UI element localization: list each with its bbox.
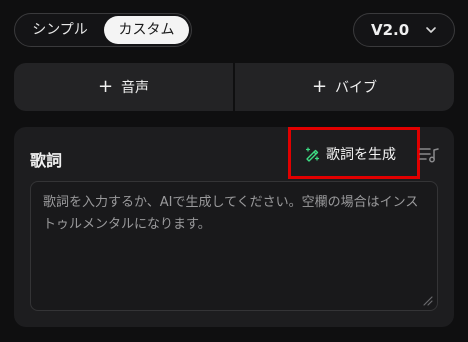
plus-icon: + [311, 76, 328, 97]
chevron-down-icon [426, 27, 436, 33]
lyrics-textarea[interactable]: 歌詞を入力するか、AIで生成してください。空欄の場合はインストゥルメンタルになり… [30, 181, 438, 311]
generate-lyrics-label: 歌詞を生成 [326, 147, 396, 163]
add-vibe-label: バイブ [335, 80, 378, 96]
generate-lyrics-button[interactable]: 歌詞を生成 [304, 142, 414, 166]
mode-custom-button[interactable]: カスタム [104, 16, 189, 44]
mode-simple-button[interactable]: シンプル [17, 16, 103, 44]
mode-toggle: シンプル カスタム [14, 13, 192, 47]
add-vibe-button[interactable]: + バイブ [235, 63, 454, 111]
version-select[interactable]: V2.0 [353, 13, 455, 47]
add-vocal-label: 音声 [121, 80, 150, 96]
plus-icon: + [97, 76, 114, 97]
lyrics-title: 歌詞 [30, 151, 63, 170]
version-value: V2.0 [371, 21, 410, 39]
lyrics-placeholder: 歌詞を入力するか、AIで生成してください。空欄の場合はインストゥルメンタルになり… [43, 195, 419, 232]
resize-handle-icon[interactable] [423, 296, 433, 306]
add-section-bar: + 音声 + バイブ [14, 63, 454, 111]
magic-pen-icon [305, 147, 320, 162]
lyrics-card: 歌詞 歌詞を生成 歌詞を入力するか、AIで生成してください。空欄の場合はインスト… [14, 127, 454, 327]
music-list-icon[interactable] [419, 146, 439, 164]
add-vocal-button[interactable]: + 音声 [14, 63, 233, 111]
